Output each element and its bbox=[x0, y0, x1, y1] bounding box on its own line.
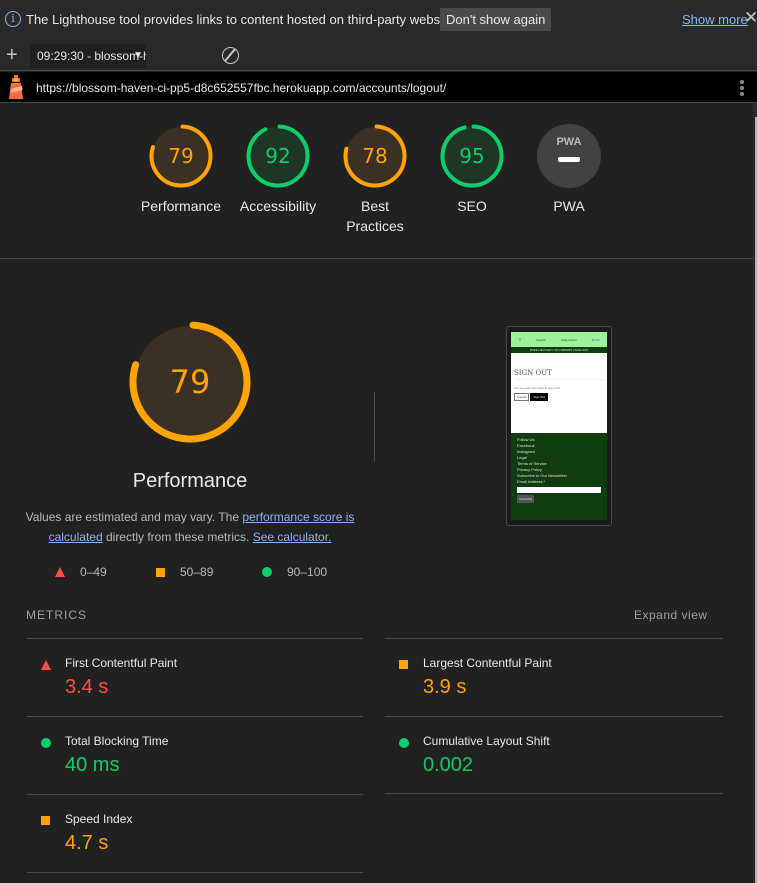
report-url[interactable]: https://blossom-haven-ci-pp5-d8c652557fb… bbox=[36, 81, 446, 95]
divider bbox=[27, 716, 363, 717]
pwa-badge-text: PWA bbox=[556, 136, 581, 148]
close-icon[interactable]: ✕ bbox=[744, 8, 757, 28]
info-icon: i bbox=[5, 11, 21, 27]
gauge-score: 78 bbox=[362, 144, 387, 168]
score-gauge-best-practices[interactable]: 78 Best Practices bbox=[325, 123, 425, 236]
gauge-label: Best Practices bbox=[346, 198, 404, 234]
pwa-dash-icon bbox=[558, 157, 580, 162]
gauge-ring: 78 bbox=[343, 124, 407, 188]
square-icon bbox=[41, 816, 50, 825]
gauge-ring: 95 bbox=[440, 124, 504, 188]
divider bbox=[385, 793, 723, 794]
show-more-link[interactable]: Show more bbox=[682, 12, 748, 27]
gauge-label: Performance bbox=[140, 198, 222, 214]
triangle-icon bbox=[41, 660, 51, 670]
divider bbox=[374, 392, 375, 462]
gauge-ring: 92 bbox=[246, 124, 310, 188]
divider bbox=[385, 638, 723, 639]
metrics-heading: METRICS bbox=[26, 608, 87, 622]
score-gauge-performance[interactable]: 79 Performance bbox=[131, 123, 231, 216]
gauge-score: 95 bbox=[459, 144, 484, 168]
lighthouse-toolbar: + 09:29:30 - blossom-haven-ci-p ▼ bbox=[0, 40, 757, 71]
menu-icon: ☰ bbox=[518, 337, 522, 342]
desc-text: Values are estimated and may vary. The bbox=[25, 510, 243, 524]
see-calculator-link[interactable]: See calculator. bbox=[253, 530, 332, 544]
circle-icon bbox=[399, 738, 409, 748]
legend-range: 0–49 bbox=[80, 565, 107, 579]
metric-value: 0.002 bbox=[423, 754, 474, 776]
divider bbox=[27, 638, 363, 639]
thumb-heading: SIGN OUT bbox=[514, 369, 604, 380]
chevron-down-icon: ▼ bbox=[133, 50, 143, 61]
performance-description: Values are estimated and may vary. The p… bbox=[25, 507, 355, 547]
divider bbox=[27, 794, 363, 795]
thumb-email-label: Email Address * bbox=[517, 479, 546, 484]
third-party-infobar: i The Lighthouse tool provides links to … bbox=[0, 0, 757, 40]
thumb-prompt: Are you sure you want to sign out? bbox=[514, 386, 561, 390]
report-select[interactable]: 09:29:30 - blossom-haven-ci-p ▼ bbox=[30, 44, 146, 68]
legend-range: 50–89 bbox=[180, 565, 214, 579]
performance-gauge: 79 bbox=[129, 321, 251, 443]
legend-average: 50–89 bbox=[156, 565, 213, 579]
expand-view-button[interactable]: Expand view bbox=[634, 608, 708, 622]
report-url-bar: https://blossom-haven-ci-pp5-d8c652557fb… bbox=[0, 72, 757, 103]
divider bbox=[385, 716, 723, 717]
metric-value: 40 ms bbox=[65, 754, 120, 776]
more-options-icon[interactable] bbox=[740, 80, 744, 98]
metric-value: 3.9 s bbox=[423, 676, 467, 698]
metric-title: Largest Contentful Paint bbox=[423, 656, 552, 670]
thumb-nav-cart: £0.00 bbox=[591, 337, 600, 342]
gauge-ring: PWA bbox=[537, 124, 601, 188]
triangle-icon bbox=[55, 567, 65, 577]
gauge-label: Accessibility bbox=[239, 198, 317, 214]
metric-title: Total Blocking Time bbox=[65, 734, 169, 748]
gauge-label: SEO bbox=[457, 198, 487, 214]
new-report-button[interactable]: + bbox=[6, 44, 18, 66]
score-gauge-pwa[interactable]: PWA PWA bbox=[519, 123, 619, 216]
metric-title: Cumulative Layout Shift bbox=[423, 734, 550, 748]
thumb-signout: Sign Out bbox=[530, 393, 549, 401]
final-screenshot-thumbnail[interactable]: ☰ Search Kelly Admin £0.00 FREE DELIVERY… bbox=[506, 326, 612, 526]
gauge-score: 79 bbox=[170, 363, 211, 401]
circle-icon bbox=[262, 567, 272, 577]
score-gauge-accessibility[interactable]: 92 Accessibility bbox=[228, 123, 328, 216]
thumb-nav-account: Kelly Admin bbox=[561, 337, 577, 342]
divider bbox=[27, 872, 363, 873]
thumb-nav: ☰ Search Kelly Admin £0.00 bbox=[511, 332, 607, 347]
square-icon bbox=[399, 660, 408, 669]
gauge-score: 79 bbox=[168, 144, 193, 168]
metric-value: 4.7 s bbox=[65, 832, 109, 854]
thumb-nav-search: Search bbox=[536, 337, 546, 342]
gauge-score: 92 bbox=[265, 144, 290, 168]
desc-text: directly from these metrics. bbox=[102, 530, 253, 544]
report-select-label: 09:29:30 - blossom-haven-ci-p bbox=[37, 49, 146, 63]
dont-show-again-button[interactable]: Don't show again bbox=[440, 8, 552, 31]
clear-all-icon[interactable] bbox=[222, 47, 239, 64]
legend-range: 90–100 bbox=[287, 565, 328, 579]
gauge-ring: 79 bbox=[149, 124, 213, 188]
legend-pass: 90–100 bbox=[262, 565, 327, 579]
gauge-label: PWA bbox=[553, 198, 585, 214]
thumb-cancel: Cancel bbox=[514, 393, 530, 401]
circle-icon bbox=[41, 738, 51, 748]
metric-value: 3.4 s bbox=[65, 676, 109, 698]
legend-fail: 0–49 bbox=[55, 565, 107, 579]
infobar-message: The Lighthouse tool provides links to co… bbox=[26, 12, 464, 27]
metric-title: First Contentful Paint bbox=[65, 656, 178, 670]
lighthouse-logo-icon bbox=[9, 75, 23, 99]
divider bbox=[0, 258, 753, 259]
thumb-subscribe: Subscribe bbox=[517, 495, 535, 503]
score-gauge-seo[interactable]: 95 SEO bbox=[422, 123, 522, 216]
metric-title: Speed Index bbox=[65, 812, 133, 826]
thumb-email-input bbox=[517, 487, 601, 493]
performance-title: Performance bbox=[132, 470, 248, 492]
square-icon bbox=[156, 567, 165, 577]
